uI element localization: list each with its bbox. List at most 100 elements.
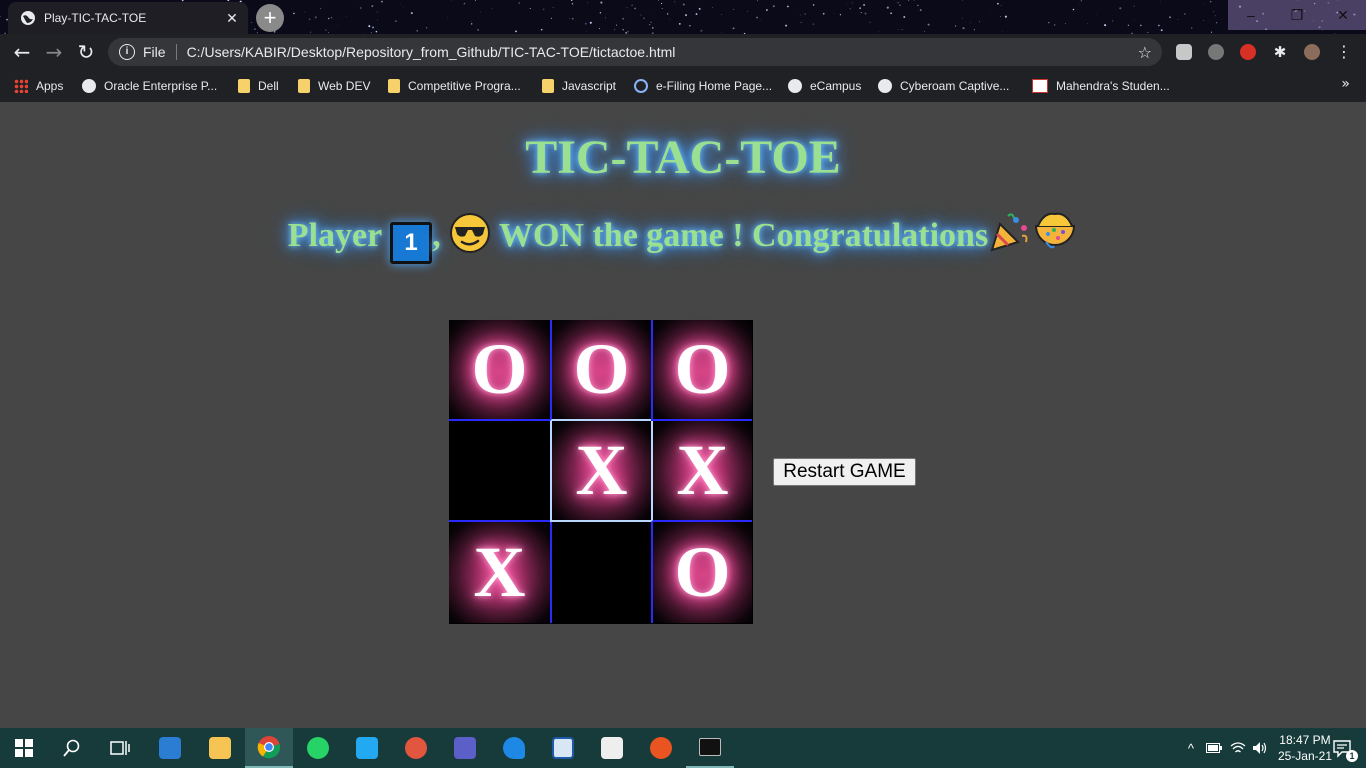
profile-avatar[interactable] bbox=[1304, 44, 1320, 60]
board-cell-8[interactable]: O bbox=[651, 522, 752, 623]
close-window-button[interactable]: ✕ bbox=[1320, 0, 1366, 30]
notification-count-badge: 1 bbox=[1346, 750, 1358, 762]
apps-icon bbox=[14, 79, 28, 93]
taskbar-whatsapp[interactable] bbox=[294, 728, 342, 768]
window-controls: – ❐ ✕ bbox=[1228, 0, 1366, 30]
win-message-comma: , bbox=[432, 217, 441, 254]
sunglasses-face-emoji bbox=[450, 213, 491, 253]
globe-icon bbox=[878, 79, 892, 93]
game-app-icon bbox=[405, 737, 427, 759]
notification-center-button[interactable]: 1 bbox=[1332, 738, 1358, 762]
bookmarks-overflow-icon[interactable]: » bbox=[1341, 76, 1350, 92]
board-cell-7[interactable] bbox=[550, 522, 651, 623]
taskbar-chrome[interactable] bbox=[245, 728, 293, 768]
win-message-text: WON the game ! Congratulations bbox=[498, 217, 989, 254]
minimize-button[interactable]: – bbox=[1228, 0, 1274, 30]
edge-icon bbox=[503, 737, 525, 759]
folder-icon bbox=[238, 79, 250, 93]
file-explorer-icon bbox=[209, 737, 231, 759]
win-message: Player 1, WON the game ! Congratulations bbox=[0, 210, 1366, 264]
chrome-icon bbox=[257, 736, 281, 759]
tray-overflow-icon[interactable]: ^ bbox=[1188, 741, 1194, 756]
globe-icon bbox=[82, 79, 96, 93]
board-cell-1[interactable]: O bbox=[550, 320, 651, 421]
extensions-puzzle-icon[interactable]: ✱ bbox=[1272, 44, 1288, 60]
taskbar-file-explorer[interactable] bbox=[196, 728, 244, 768]
bookmark-javascript[interactable]: Javascript bbox=[542, 76, 616, 96]
terminal-icon bbox=[699, 738, 721, 756]
extension-hand-icon[interactable] bbox=[1240, 44, 1256, 60]
whatsapp-icon bbox=[307, 737, 329, 759]
browser-chrome: Play-TIC-TAC-TOE ✕ + – ❐ ✕ ← → ↻ i File … bbox=[0, 0, 1366, 102]
address-bar[interactable]: i File C:/Users/KABIR/Desktop/Repository… bbox=[108, 38, 1162, 66]
address-divider bbox=[175, 44, 177, 60]
bookmarks-bar: Apps Oracle Enterprise P... Dell Web DEV… bbox=[0, 70, 1366, 102]
taskbar-store[interactable] bbox=[588, 728, 636, 768]
extension-camera-icon[interactable] bbox=[1208, 44, 1224, 60]
bookmark-mahendra[interactable]: Mahendra's Studen... bbox=[1032, 76, 1170, 96]
clock-date: 25-Jan-21 bbox=[1277, 749, 1332, 763]
restore-button[interactable]: ❐ bbox=[1274, 0, 1320, 30]
teams-icon bbox=[454, 737, 476, 759]
taskbar-teams[interactable] bbox=[441, 728, 489, 768]
browser-toolbar: ← → ↻ i File C:/Users/KABIR/Desktop/Repo… bbox=[0, 34, 1366, 70]
game-board: O O O X X X O bbox=[449, 320, 753, 624]
site-info-icon[interactable]: i bbox=[119, 44, 135, 60]
folder-icon bbox=[542, 79, 554, 93]
taskbar-terminal[interactable] bbox=[686, 728, 734, 768]
taskbar-edge[interactable] bbox=[490, 728, 538, 768]
volume-icon[interactable] bbox=[1252, 741, 1268, 755]
board-cell-0[interactable]: O bbox=[449, 320, 550, 421]
browser-tab[interactable]: Play-TIC-TAC-TOE ✕ bbox=[8, 2, 248, 34]
bookmark-ecampus[interactable]: eCampus bbox=[788, 76, 861, 96]
taskbar-game-app[interactable] bbox=[392, 728, 440, 768]
bookmark-dell[interactable]: Dell bbox=[238, 76, 279, 96]
task-view-button[interactable] bbox=[96, 728, 144, 768]
tab-strip: Play-TIC-TAC-TOE ✕ + – ❐ ✕ bbox=[0, 0, 1366, 34]
forward-icon[interactable]: → bbox=[42, 40, 66, 64]
clock-time: 18:47 PM bbox=[1279, 733, 1331, 747]
mail-icon bbox=[159, 737, 181, 759]
wifi-icon[interactable] bbox=[1230, 741, 1246, 755]
taskbar-mail[interactable] bbox=[146, 728, 194, 768]
bookmark-web-dev[interactable]: Web DEV bbox=[298, 76, 370, 96]
clock[interactable]: 18:47 PM 25-Jan-21 bbox=[1278, 732, 1332, 764]
board-cell-6[interactable]: X bbox=[449, 522, 550, 623]
bookmark-efiling[interactable]: e-Filing Home Page... bbox=[634, 76, 772, 96]
taskbar-vscode[interactable] bbox=[343, 728, 391, 768]
scheme-label: File bbox=[143, 44, 166, 60]
search-button[interactable] bbox=[48, 728, 96, 768]
efiling-icon bbox=[634, 79, 648, 93]
browser-menu-icon[interactable]: ⋮ bbox=[1336, 44, 1352, 60]
bookmark-competitive-programming[interactable]: Competitive Progra... bbox=[388, 76, 521, 96]
page-title: TIC-TAC-TOE bbox=[525, 131, 841, 184]
start-button[interactable] bbox=[0, 728, 48, 768]
bookmark-oracle[interactable]: Oracle Enterprise P... bbox=[82, 76, 217, 96]
bookmark-apps[interactable]: Apps bbox=[14, 76, 63, 96]
tab-globe-icon bbox=[21, 11, 35, 25]
board-cell-3[interactable] bbox=[449, 421, 550, 522]
store-icon bbox=[601, 737, 623, 759]
url-text[interactable]: C:/Users/KABIR/Desktop/Repository_from_G… bbox=[187, 44, 1138, 60]
board-cell-4[interactable]: X bbox=[550, 421, 651, 522]
board-cell-2[interactable]: O bbox=[651, 320, 752, 421]
ubuntu-icon bbox=[650, 737, 672, 759]
restart-game-button[interactable]: Restart GAME bbox=[773, 458, 916, 486]
bookmark-star-icon[interactable]: ☆ bbox=[1138, 43, 1152, 62]
task-view-icon bbox=[110, 741, 130, 755]
bookmark-cyberoam[interactable]: Cyberoam Captive... bbox=[878, 76, 1009, 96]
reload-icon[interactable]: ↻ bbox=[74, 40, 98, 64]
globe-icon bbox=[788, 79, 802, 93]
confetti-ball-emoji bbox=[1035, 212, 1076, 249]
tab-close-icon[interactable]: ✕ bbox=[222, 10, 242, 27]
back-icon[interactable]: ← bbox=[10, 40, 34, 64]
win-message-player: Player bbox=[287, 217, 382, 254]
office-app-icon bbox=[552, 737, 574, 759]
new-tab-button[interactable]: + bbox=[256, 4, 284, 32]
battery-icon[interactable] bbox=[1205, 743, 1222, 753]
taskbar-office-app[interactable] bbox=[539, 728, 587, 768]
windows-logo-icon bbox=[15, 739, 33, 757]
board-cell-5[interactable]: X bbox=[651, 421, 752, 522]
extension-cast-icon[interactable] bbox=[1176, 44, 1192, 60]
taskbar-ubuntu[interactable] bbox=[637, 728, 685, 768]
